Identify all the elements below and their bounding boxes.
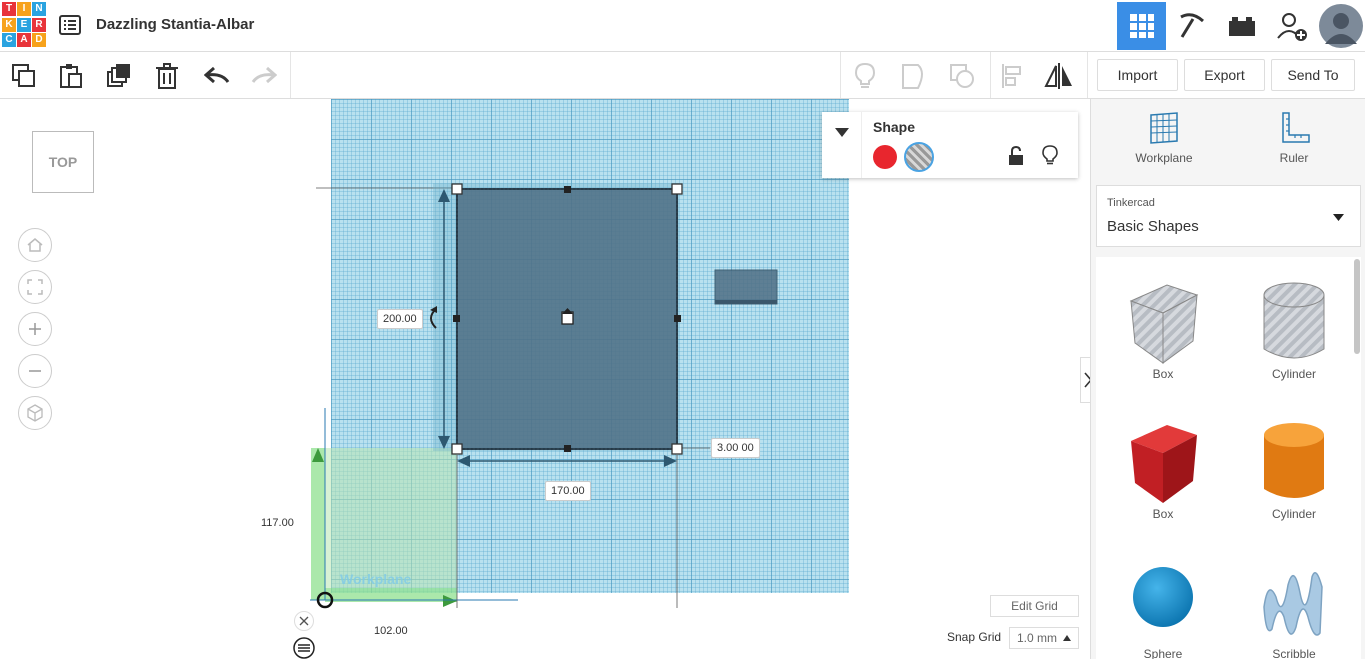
corner-handle[interactable] [671,183,683,195]
shape-label: Box [1152,507,1174,521]
scribble-icon [1263,572,1323,636]
shape-scribble[interactable]: Scribble [1234,557,1354,659]
grid-icon [1129,14,1154,38]
pickaxe-icon [1179,13,1204,38]
edit-grid-button[interactable]: Edit Grid [990,595,1079,617]
corner-handle[interactable] [671,443,683,455]
brick-icon [1228,17,1255,36]
scene-overlay [310,183,778,609]
shape-inspector: Shape [822,112,1078,178]
inspector-collapse-button[interactable] [822,112,862,178]
panel-scrollbar[interactable] [1354,259,1360,354]
workplane-tool[interactable]: Workplane [1099,111,1229,165]
ruler-tool-label: Ruler [1279,151,1309,165]
shapes-panel: Workplane Ruler Tinkercad Basic Shapes B… [1090,99,1365,659]
hole-button[interactable] [904,142,934,172]
small-box-shape[interactable] [714,269,778,305]
invite-user-button[interactable] [1267,2,1316,50]
ruler-y-axis[interactable] [311,448,325,600]
box-hole-icon [1129,284,1199,364]
shape-label: Sphere [1143,647,1183,659]
3d-design-view-button[interactable] [1117,2,1166,50]
red-box-icon [1131,425,1197,503]
shape-box-hole[interactable]: Box [1103,277,1223,381]
width-arrow-left [457,455,470,467]
small-box-edge [715,300,777,304]
lock-button[interactable] [1008,145,1024,171]
shape-cylinder[interactable]: Cylinder [1234,417,1354,521]
shape-label: Cylinder [1271,367,1316,381]
menu-circle-icon [293,637,315,659]
workplane-watermark: Workplane [340,571,412,587]
shape-cylinder-hole[interactable]: Cylinder [1234,277,1354,381]
unlock-icon [1009,145,1023,165]
lightbulb-icon [1042,145,1058,165]
position-y-label[interactable]: 117.00 [256,514,299,532]
position-x-label[interactable]: 102.00 [369,622,413,640]
sphere-icon [1133,567,1193,627]
solid-color-button[interactable] [873,145,897,169]
snap-grid-select[interactable]: 1.0 mm [1009,627,1079,649]
ruler-tool[interactable]: Ruler [1229,111,1359,165]
close-icon [299,616,309,626]
blocks-pickaxe-button[interactable] [1167,2,1216,50]
caret-down-icon [1333,214,1344,221]
edge-handle[interactable] [453,315,460,322]
cylinder-hole-icon [1263,282,1325,359]
ruler-menu-button[interactable] [293,637,315,659]
workplane-tool-label: Workplane [1135,151,1193,165]
hide-button[interactable] [1042,145,1058,170]
width-dimension-label[interactable]: 170.00 [545,481,591,501]
add-user-icon [1276,13,1307,41]
snap-grid-value: 1.0 mm [1017,631,1058,645]
lego-bricks-button[interactable] [1217,2,1266,50]
shape-library-dropdown[interactable]: Tinkercad Basic Shapes [1096,185,1361,247]
elevation-dimension-label[interactable]: 3.00 00 [711,438,760,458]
shape-label: Cylinder [1271,507,1316,521]
library-name: Basic Shapes [1107,218,1199,235]
caret-down-icon [834,128,849,137]
caret-up-icon [1063,635,1072,641]
workplane-icon [1150,112,1178,144]
corner-handle[interactable] [451,183,463,195]
shape-box[interactable]: Box [1103,417,1223,521]
corner-handle[interactable] [451,443,463,455]
import-button[interactable]: Import [1097,59,1178,91]
height-dimension-label[interactable]: 200.00 [377,309,423,329]
shape-grid: Box Cylinder Box Cylinder Sphere Scribbl… [1096,257,1361,659]
ruler-icon [1282,112,1310,143]
send-to-button[interactable]: Send To [1271,59,1355,91]
tinkercad-editor: TINKERCAD Dazzling Stantia-Albar Import … [0,0,1365,659]
edge-handle[interactable] [564,186,571,193]
library-category: Tinkercad [1107,197,1155,209]
edge-handle[interactable] [674,315,681,322]
shape-label: Box [1152,367,1174,381]
inspector-title: Shape [873,119,916,135]
ruler-area [325,448,457,588]
width-arrow-right [664,455,677,467]
export-button[interactable]: Export [1184,59,1265,91]
shape-sphere[interactable]: Sphere [1103,557,1223,659]
close-ruler-button[interactable] [294,611,314,631]
shape-label: Scribble [1272,647,1316,659]
snap-grid-label: Snap Grid [947,630,1002,644]
orange-cylinder-icon [1264,423,1324,498]
user-avatar[interactable] [1317,2,1365,50]
edge-handle[interactable] [564,445,571,452]
